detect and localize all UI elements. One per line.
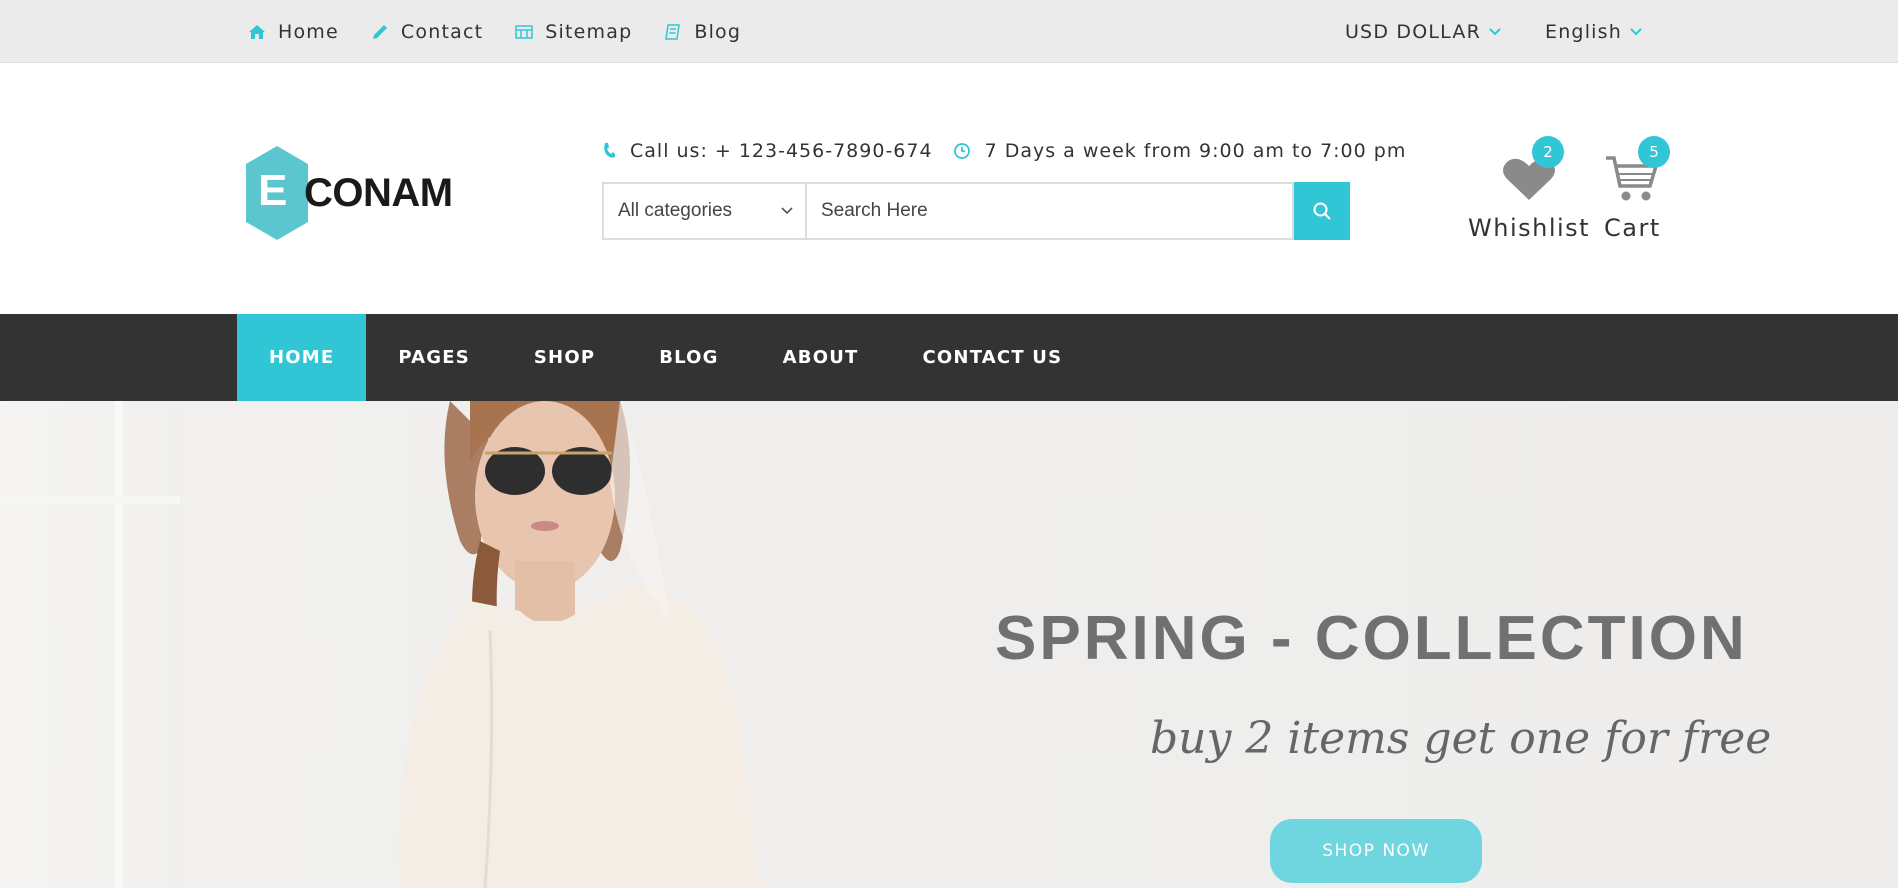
hero-title: SPRING - COLLECTION [995,604,1748,673]
blog-icon [665,23,681,40]
top-link-blog[interactable]: Blog [664,21,741,43]
phone-icon [604,143,615,158]
wishlist-label: Whishlist [1468,214,1591,242]
top-link-sitemap-label: Sitemap [545,20,633,43]
chevron-down-icon [781,207,793,215]
nav-item-contact-us[interactable]: CONTACT US [891,314,1095,401]
contact-info: Call us: + 123-456-7890-674 7 Days a wee… [602,140,1426,162]
heart-icon [1503,158,1556,200]
language-selector[interactable]: English [1545,21,1642,43]
nav-item-pages[interactable]: PAGES [366,314,502,401]
logo-letter: E [258,166,288,215]
chevron-down-icon [1489,27,1501,35]
hero-subtitle: buy 2 items get one for free [1150,713,1772,764]
logo-text: CONAM [304,170,453,215]
nav-item-home[interactable]: HOME [237,314,367,401]
phone-text: Call us: + 123-456-7890-674 [630,140,933,162]
nav-item-blog[interactable]: BLOG [627,314,750,401]
logo[interactable]: E CONAM [244,144,453,242]
cart-count-badge: 5 [1638,136,1670,168]
hero-background-window [0,401,180,888]
wishlist-button[interactable]: 2 Whishlist [1468,136,1591,242]
hours-text: 7 Days a week from 9:00 am to 7:00 pm [984,140,1407,162]
nav-item-about[interactable]: ABOUT [751,314,891,401]
search-icon [1313,202,1331,220]
nav-items: HOME PAGES SHOP BLOG ABOUT CONTACT US [237,314,1094,401]
search-button[interactable] [1294,182,1350,240]
category-select-value: All categories [618,200,733,221]
search-input[interactable] [807,182,1294,240]
language-label: English [1544,20,1622,43]
header: E CONAM Call us: + 123-456-7890-674 7 Da… [0,64,1898,314]
wishlist-count-badge: 2 [1532,136,1564,168]
sitemap-icon [515,24,533,39]
shop-now-button[interactable]: SHOP NOW [1270,819,1482,883]
hours-info: 7 Days a week from 9:00 am to 7:00 pm [953,140,1407,162]
top-link-contact[interactable]: Contact [371,21,483,43]
main-nav: HOME PAGES SHOP BLOG ABOUT CONTACT US [0,314,1898,401]
hero-window-bar [0,496,180,504]
top-bar: Home Contact Sitemap Blog USD DOLLAR Eng… [0,0,1898,63]
pencil-icon [372,24,387,39]
clock-icon [953,143,970,159]
hero-model-image [398,401,760,888]
currency-label: USD DOLLAR [1344,20,1481,43]
top-link-blog-label: Blog [694,20,742,43]
top-links: Home Contact Sitemap Blog [248,0,773,63]
category-select[interactable]: All categories [602,182,807,240]
currency-selector[interactable]: USD DOLLAR [1345,21,1501,43]
top-link-home[interactable]: Home [248,21,339,43]
phone-info: Call us: + 123-456-7890-674 [602,140,933,162]
top-link-contact-label: Contact [400,20,484,43]
cart-label: Cart [1604,214,1661,242]
top-link-sitemap[interactable]: Sitemap [515,21,632,43]
home-icon [249,24,265,39]
search-bar: All categories [602,182,1350,240]
chevron-down-icon [1630,27,1642,35]
nav-item-shop[interactable]: SHOP [502,314,627,401]
top-link-home-label: Home [278,20,339,43]
hero-banner: SPRING - COLLECTION buy 2 items get one … [0,401,1898,888]
hero-window-frame [115,401,123,888]
top-selectors: USD DOLLAR English [1301,0,1642,63]
cart-button[interactable]: 5 Cart [1604,136,1670,242]
